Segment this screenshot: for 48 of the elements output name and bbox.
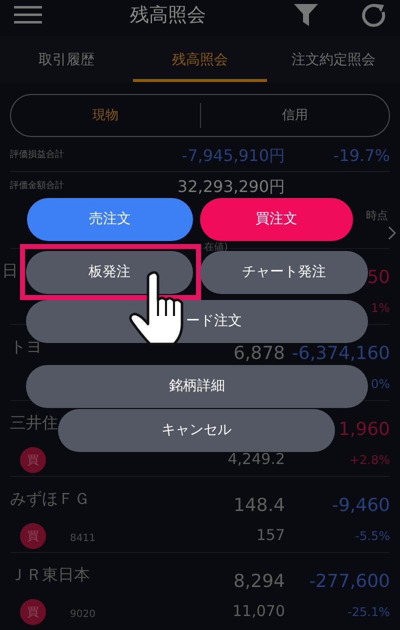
summary-label: 評価金額合計 <box>10 180 65 194</box>
column-header: 時点 <box>366 208 388 224</box>
menu-button[interactable]: キャンセル <box>58 409 335 452</box>
price: 6,878 <box>233 343 285 364</box>
summary-label: 評価損益合計 <box>10 149 65 162</box>
summary-value: 32,293,290円 <box>177 177 285 196</box>
stock-name: 日 <box>2 261 18 280</box>
profit-value: -9,460 <box>332 495 390 516</box>
profit-percent: -5.5% <box>355 528 390 542</box>
menu-button[interactable]: チャート発注 <box>200 251 368 294</box>
stock-name: みずほＦＧ <box>10 489 90 508</box>
summary-percent: -19.7% <box>333 146 390 165</box>
refresh-icon[interactable] <box>362 3 386 27</box>
stock-name: 三井住 <box>10 413 58 432</box>
profit-value: 1,960 <box>338 419 390 440</box>
filter-icon[interactable] <box>294 4 318 26</box>
profit-percent: -25.1% <box>348 604 390 618</box>
profit-percent: 0% <box>370 376 390 390</box>
side-badge: 買 <box>20 522 46 548</box>
side-badge: 買 <box>20 598 46 624</box>
profit-value: 50 <box>367 267 390 288</box>
menu-button[interactable]: 売注文 <box>27 198 193 241</box>
tab[interactable]: 残高照会 <box>133 36 267 82</box>
tab[interactable]: 取引履歴 <box>0 36 134 82</box>
price: 8,294 <box>233 571 285 592</box>
profit-percent: 1% <box>370 300 390 314</box>
chevron-right-icon[interactable] <box>388 226 396 240</box>
menu-button[interactable]: 買注文 <box>200 198 353 241</box>
column-header: 在値) <box>204 243 228 253</box>
segment-tab[interactable]: 信用 <box>200 103 389 128</box>
tab[interactable]: 注文約定照会 <box>266 36 400 82</box>
stock-code: 8411 <box>70 532 96 544</box>
stock-name: ＪＲ東日本 <box>10 565 90 584</box>
quantity: 11,070 <box>232 602 285 620</box>
menu-button[interactable]: 銘柄詳細 <box>26 365 368 408</box>
price: 148.4 <box>233 495 285 516</box>
menu-icon[interactable] <box>14 6 42 24</box>
menu-button[interactable]: 板発注 <box>26 251 193 294</box>
profit-value: -277,600 <box>309 571 390 592</box>
stock-code: 9020 <box>70 608 96 620</box>
summary-value: -7,945,910円 <box>182 146 285 165</box>
quantity: 4,249.2 <box>228 450 285 468</box>
profit-percent: +2.8% <box>349 452 390 466</box>
screen-title: 残高照会 <box>129 2 207 28</box>
profit-value: -6,374,160 <box>292 343 390 364</box>
segment-tab[interactable]: 現物 <box>11 95 200 136</box>
side-badge: 買 <box>20 446 46 472</box>
quantity: 157 <box>256 526 285 544</box>
